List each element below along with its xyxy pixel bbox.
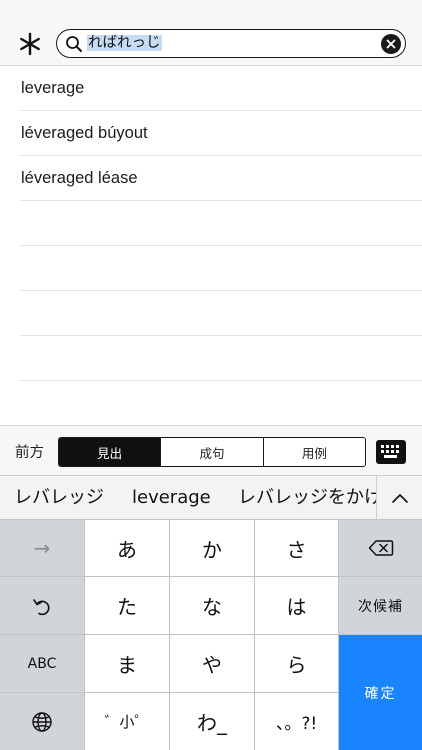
backspace-icon [368,540,393,556]
list-item-label: léveraged búyout [21,124,148,142]
candidate-item[interactable]: leverage [132,476,211,520]
segment-phrase[interactable]: 成句 [161,438,264,466]
search-input[interactable]: ればれっじ [56,29,406,58]
kana-key-a[interactable]: あ [85,520,169,576]
abc-mode-key[interactable]: ABC [0,635,84,692]
punctuation-key[interactable]: 、。?! [255,693,338,750]
close-icon [386,39,396,49]
chevron-up-icon [391,494,408,503]
kana-key-ya[interactable]: や [170,635,254,692]
candidate-item[interactable]: レバレッジをかけ [238,476,376,520]
kana-key-ma[interactable]: ま [85,635,169,692]
delete-key[interactable] [339,520,422,576]
kana-key-ka[interactable]: か [170,520,254,576]
keyboard-icon [381,445,399,458]
expand-candidates-button[interactable] [376,476,422,520]
kana-key-ha[interactable]: は [255,577,338,634]
list-item-label: léveraged léase [21,169,138,187]
search-scope-segmented-control: 見出 成句 用例 [58,437,366,467]
kana-key-ra[interactable]: ら [255,635,338,692]
search-header: ればれっじ [0,0,422,66]
globe-icon [32,711,52,732]
dakuten-small-key[interactable]: ゛小゜ [85,693,169,750]
ime-candidate-bar: レバレッジ leverage レバレッジをかけ [0,475,422,520]
list-item [20,381,422,426]
results-list: leverage léveraged búyout léveraged léas… [0,66,422,426]
kana-key-sa[interactable]: さ [255,520,338,576]
keyboard-toggle-button[interactable] [376,440,406,464]
confirm-key[interactable]: 確定 [339,635,422,750]
candidate-item[interactable]: レバレッジ [14,476,104,520]
list-item-label: leverage [21,79,85,97]
magnifier-icon [66,36,82,52]
clear-search-button[interactable] [381,34,401,54]
match-mode-label[interactable]: 前方 [15,441,44,462]
list-item [20,246,422,291]
asterisk-icon [20,32,40,56]
segment-example[interactable]: 用例 [263,438,365,466]
list-item [20,201,422,246]
segment-headword[interactable]: 見出 [59,438,162,466]
cursor-right-key[interactable]: → [0,520,84,576]
favorites-button[interactable] [14,28,46,60]
kana-key-ta[interactable]: た [85,577,169,634]
list-item [20,291,422,336]
list-item[interactable]: léveraged búyout [20,111,422,156]
candidate-list: レバレッジ leverage レバレッジをかけ [0,476,376,520]
japanese-kana-keyboard: → あ か さ た な は 次候補 ABC ま や ら 確定 ゛小゜ わ_ 、。… [0,519,422,750]
selected-query-text: ればれっじ [87,35,162,51]
list-item [20,336,422,381]
kana-key-wa[interactable]: わ_ [170,693,254,750]
search-query: ればれっじ [87,33,162,54]
globe-key[interactable] [0,693,84,750]
undo-icon [33,598,50,615]
search-mode-bar: 前方 見出 成句 用例 [0,425,422,475]
kana-key-na[interactable]: な [170,577,254,634]
undo-key[interactable] [0,577,84,634]
list-item[interactable]: leverage [20,66,422,111]
next-candidate-key[interactable]: 次候補 [339,577,422,634]
list-item[interactable]: léveraged léase [20,156,422,201]
